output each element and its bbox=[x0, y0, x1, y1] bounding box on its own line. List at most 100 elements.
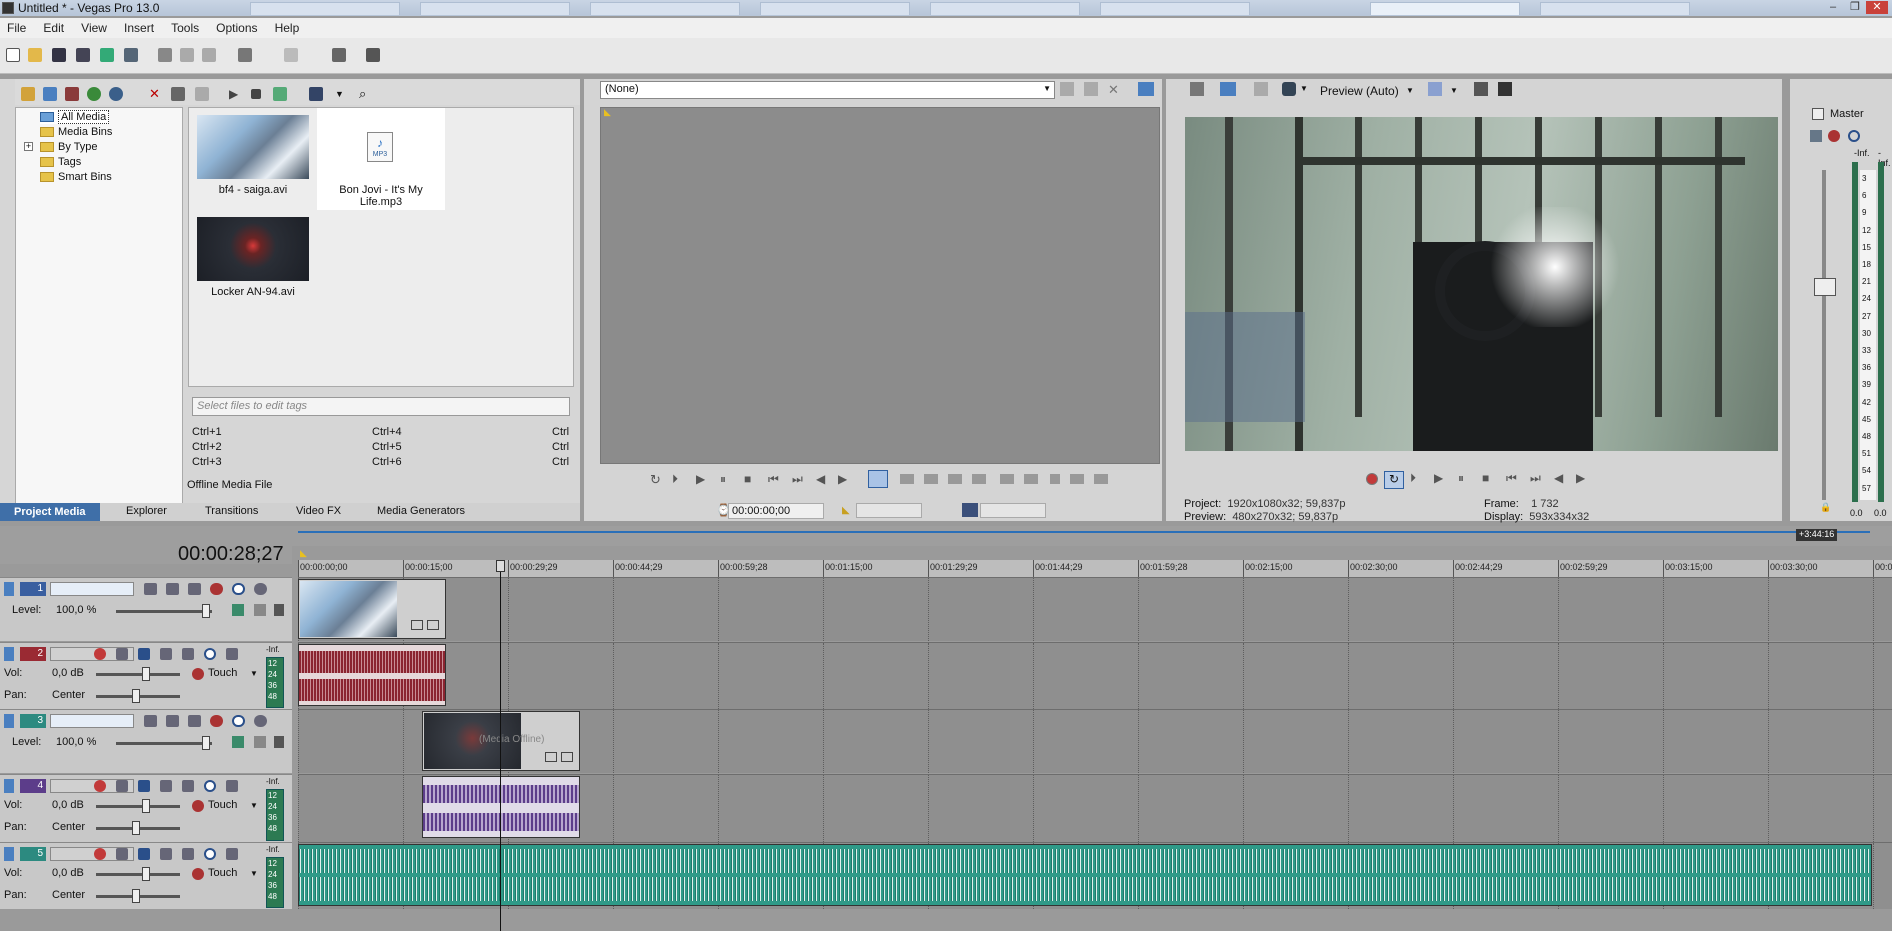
master-fx-icon[interactable] bbox=[1810, 130, 1822, 142]
properties-icon[interactable] bbox=[171, 87, 185, 101]
track-fx-icon[interactable] bbox=[210, 583, 223, 595]
overwrite-icon[interactable] bbox=[1000, 474, 1014, 484]
video-clip-bf4-saiga[interactable] bbox=[298, 579, 446, 639]
vol-slider[interactable] bbox=[142, 867, 150, 881]
tab-project-media[interactable]: Project Media bbox=[0, 503, 100, 521]
mute-icon[interactable] bbox=[204, 648, 216, 660]
insert-icon[interactable] bbox=[1024, 474, 1038, 484]
parent-composite-icon[interactable] bbox=[188, 583, 201, 595]
audio-clip-bon-jovi[interactable] bbox=[298, 844, 1872, 906]
overlays-icon[interactable] bbox=[1428, 82, 1442, 96]
mute-icon[interactable] bbox=[232, 715, 245, 727]
delete-icon[interactable]: ✕ bbox=[149, 87, 163, 101]
stop-icon[interactable]: ■ bbox=[744, 472, 751, 486]
level-slider[interactable] bbox=[202, 736, 210, 750]
menu-edit[interactable]: Edit bbox=[36, 18, 71, 35]
track-up-icon[interactable] bbox=[274, 736, 284, 748]
solo-icon[interactable] bbox=[226, 848, 238, 860]
pan-slider[interactable] bbox=[132, 689, 140, 703]
preview-video-frame[interactable] bbox=[1185, 117, 1778, 451]
mute-icon[interactable] bbox=[204, 848, 216, 860]
play-from-start-icon[interactable]: ⏵ bbox=[1410, 471, 1416, 486]
menu-tools[interactable]: Tools bbox=[164, 18, 206, 35]
trimmer-media-select[interactable]: (None) ▼ bbox=[600, 81, 1055, 99]
chevron-down-icon[interactable]: ▼ bbox=[250, 669, 258, 678]
audio-clip-bf4-saiga[interactable] bbox=[298, 644, 446, 706]
open-icon[interactable] bbox=[28, 48, 42, 62]
loop-region-bar[interactable] bbox=[298, 531, 1870, 533]
paste-icon[interactable] bbox=[202, 48, 216, 62]
track-name-field[interactable] bbox=[50, 714, 134, 728]
expand-track-icon[interactable] bbox=[254, 604, 266, 616]
tab-video-fx[interactable]: Video FX bbox=[296, 505, 341, 517]
bypass-motion-icon[interactable] bbox=[232, 736, 244, 748]
track-up-icon[interactable] bbox=[274, 604, 284, 616]
properties-icon[interactable] bbox=[124, 48, 138, 62]
trimmer-prev-icon[interactable] bbox=[1060, 82, 1074, 96]
track-automation-icon[interactable] bbox=[160, 648, 172, 660]
select-right-icon[interactable] bbox=[924, 474, 938, 484]
import-media-icon[interactable] bbox=[21, 87, 35, 101]
solo-icon[interactable] bbox=[254, 715, 267, 727]
get-media-icon[interactable] bbox=[65, 87, 79, 101]
media-fx-icon[interactable] bbox=[109, 87, 123, 101]
stop-icon[interactable]: ■ bbox=[1482, 471, 1489, 485]
chevron-down-icon[interactable]: ▼ bbox=[250, 869, 258, 878]
region-icon[interactable] bbox=[1070, 474, 1084, 484]
next-frame-icon[interactable]: ▶ bbox=[838, 472, 847, 486]
snapshot-icon[interactable] bbox=[1094, 474, 1108, 484]
select-left-icon[interactable] bbox=[900, 474, 914, 484]
insert-fx-icon[interactable] bbox=[182, 780, 194, 792]
auto-preview-icon[interactable] bbox=[273, 87, 287, 101]
track-expand-icon[interactable] bbox=[4, 779, 14, 793]
play-icon[interactable]: ▶ bbox=[229, 87, 243, 101]
record-arm-icon[interactable] bbox=[94, 848, 106, 860]
video-clip-locker-an94[interactable]: (Media Offline) bbox=[422, 711, 580, 771]
chevron-down-icon[interactable]: ▼ bbox=[1406, 86, 1414, 95]
add-subclip-icon[interactable] bbox=[972, 474, 986, 484]
new-icon[interactable] bbox=[6, 48, 20, 62]
tab-explorer[interactable]: Explorer bbox=[126, 505, 167, 517]
menu-insert[interactable]: Insert bbox=[117, 18, 161, 35]
prev-frame-icon[interactable]: ◀ bbox=[816, 472, 825, 486]
vol-slider[interactable] bbox=[142, 799, 150, 813]
insert-fx-icon[interactable] bbox=[182, 848, 194, 860]
track-automation-icon[interactable] bbox=[160, 780, 172, 792]
master-fader[interactable] bbox=[1814, 278, 1836, 296]
mute-icon[interactable] bbox=[232, 583, 245, 595]
cut-icon[interactable] bbox=[158, 48, 172, 62]
expand-track-icon[interactable] bbox=[254, 736, 266, 748]
track-expand-icon[interactable] bbox=[4, 582, 14, 596]
preview-quality-dropdown[interactable]: Preview (Auto) bbox=[1320, 84, 1399, 98]
stop-icon[interactable] bbox=[251, 89, 261, 99]
media-thumbnail-bf4-saiga[interactable] bbox=[197, 115, 309, 179]
parent-composite-icon[interactable] bbox=[188, 715, 201, 727]
split-screen-icon[interactable] bbox=[1282, 82, 1296, 96]
clip-fx-icon[interactable] bbox=[561, 752, 573, 762]
playhead-handle[interactable] bbox=[496, 560, 505, 572]
record-arm-icon[interactable] bbox=[94, 648, 106, 660]
master-lock-icon[interactable]: 🔒 bbox=[1820, 502, 1831, 513]
edit-tool-icon[interactable] bbox=[366, 48, 380, 62]
save-icon[interactable] bbox=[52, 48, 66, 62]
add-to-timeline-icon[interactable] bbox=[948, 474, 962, 484]
next-frame-icon[interactable]: ▶ bbox=[1576, 471, 1585, 485]
tree-item-by-type[interactable]: By Type bbox=[40, 140, 98, 154]
automation-mode[interactable]: Touch bbox=[208, 667, 237, 679]
media-item-bon-jovi[interactable]: ♪ MP3 Bon Jovi - It's My Life.mp3 bbox=[317, 108, 445, 210]
menu-help[interactable]: Help bbox=[268, 18, 307, 35]
tab-media-generators[interactable]: Media Generators bbox=[377, 505, 465, 517]
go-to-end-icon[interactable]: ⏭ bbox=[1530, 471, 1541, 486]
timeline-ruler[interactable]: 00:00:00;00 00:00:15;00 00:00:29;29 00:00:4… bbox=[298, 560, 1892, 577]
pan-slider[interactable] bbox=[132, 889, 140, 903]
pan-slider[interactable] bbox=[132, 821, 140, 835]
go-to-start-icon[interactable]: ⏮ bbox=[1506, 471, 1517, 486]
go-to-start-icon[interactable]: ⏮ bbox=[768, 472, 779, 487]
audio-clip-locker-an94[interactable] bbox=[422, 776, 580, 838]
compositing-mode-icon[interactable] bbox=[166, 715, 179, 727]
copy-snapshot-icon[interactable] bbox=[1474, 82, 1488, 96]
record-arm-icon[interactable] bbox=[94, 780, 106, 792]
save-snapshot-icon[interactable] bbox=[1498, 82, 1512, 96]
tab-transitions[interactable]: Transitions bbox=[205, 505, 258, 517]
crop-icon[interactable] bbox=[411, 620, 423, 630]
